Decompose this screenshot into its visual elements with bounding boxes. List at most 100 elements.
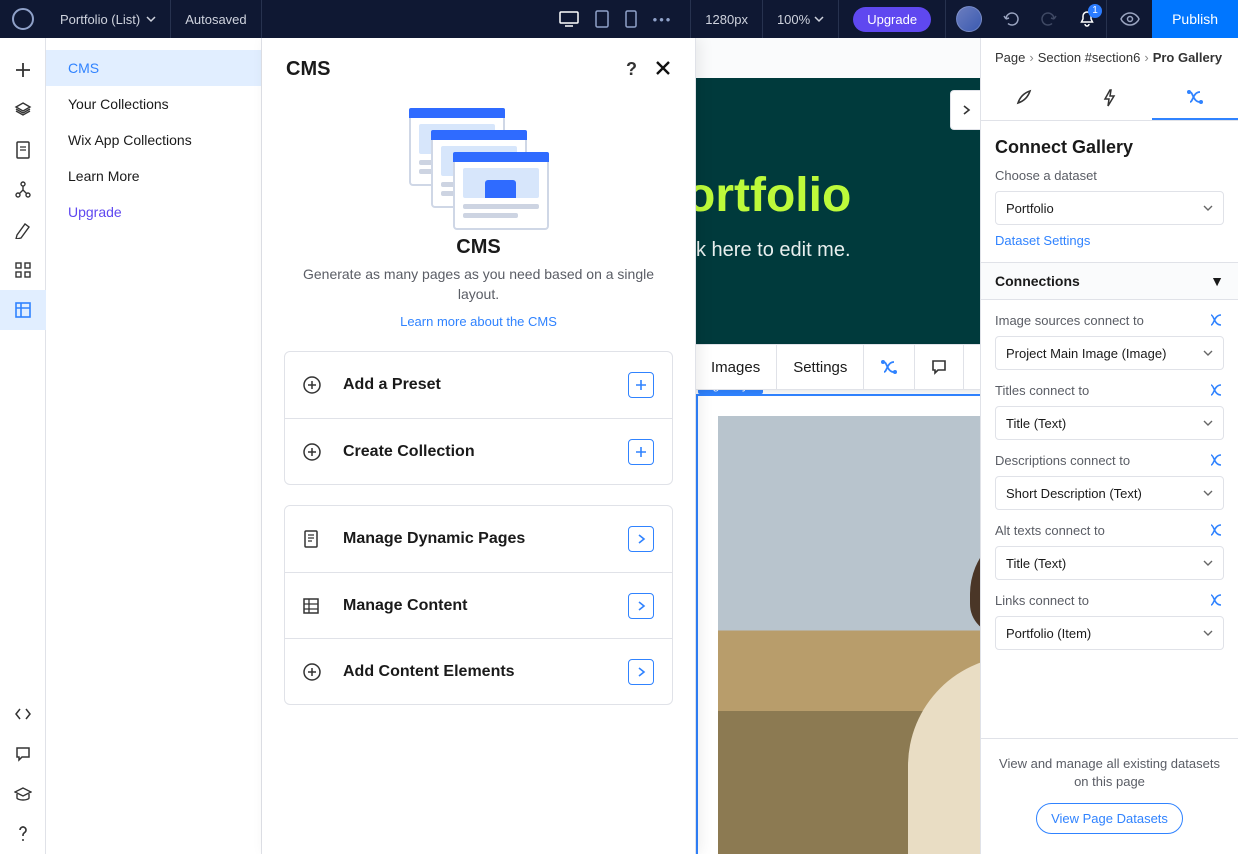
dataset-settings-link[interactable]: Dataset Settings — [981, 233, 1238, 262]
tablet-icon[interactable] — [595, 10, 609, 28]
add-elements-button[interactable] — [0, 50, 46, 90]
chevron-right-icon[interactable] — [628, 526, 654, 552]
upgrade-button[interactable]: Upgrade — [853, 7, 931, 32]
connect-icon[interactable] — [1208, 522, 1224, 538]
toolbar-settings[interactable]: Settings — [777, 344, 864, 390]
layers-button[interactable] — [0, 90, 46, 130]
help-rail-button[interactable] — [0, 814, 46, 854]
learn-button[interactable] — [0, 774, 46, 814]
plus-circle-icon — [303, 663, 323, 681]
top-bar: Portfolio (List) Autosaved ••• 1280px 10… — [0, 0, 1238, 38]
cms-group-create: Add a Preset Create Collection — [284, 351, 673, 485]
connect-icon[interactable] — [1208, 312, 1224, 328]
cms-row-manage-content[interactable]: Manage Content — [285, 572, 672, 638]
toolbar-comment-icon[interactable] — [915, 344, 964, 390]
submenu-label: CMS — [68, 60, 99, 76]
plus-action-icon[interactable] — [628, 439, 654, 465]
avatar[interactable] — [956, 6, 982, 32]
submenu-item-cms[interactable]: CMS — [46, 50, 261, 86]
connection-select[interactable]: Title (Text) — [995, 546, 1224, 580]
cms-row-add-preset[interactable]: Add a Preset — [285, 352, 672, 418]
breadcrumb-item[interactable]: Page — [995, 50, 1025, 65]
connect-icon[interactable] — [1208, 592, 1224, 608]
apps-button[interactable] — [0, 250, 46, 290]
notifications-button[interactable]: 1 — [1068, 0, 1106, 38]
connection-select[interactable]: Portfolio (Item) — [995, 616, 1224, 650]
cms-row-dynamic-pages[interactable]: Manage Dynamic Pages — [285, 506, 672, 572]
publish-button[interactable]: Publish — [1152, 0, 1238, 38]
chevron-down-icon — [1203, 558, 1213, 568]
gallery-toolbar: Images Settings ? — [696, 344, 980, 390]
breadcrumb-item[interactable]: Pro Gallery — [1153, 50, 1222, 65]
dataset-select[interactable]: Portfolio — [995, 191, 1224, 225]
submenu-item-collections[interactable]: Your Collections — [46, 86, 261, 122]
cms-row-content-elements[interactable]: Add Content Elements — [285, 638, 672, 704]
mobile-icon[interactable] — [625, 10, 637, 28]
toolbar-images[interactable]: Images — [696, 344, 777, 390]
chevron-right-icon: › — [1144, 50, 1148, 65]
connect-icon[interactable] — [1208, 452, 1224, 468]
redo-button[interactable] — [1030, 0, 1068, 38]
canvas-width[interactable]: 1280px — [690, 0, 763, 38]
tab-connect[interactable] — [1152, 75, 1238, 120]
canvas[interactable]: ortfolio ck here to edit me. Images Sett… — [696, 38, 980, 854]
connections-accordion[interactable]: Connections ▼ — [981, 262, 1238, 300]
close-icon[interactable] — [655, 60, 671, 79]
upgrade-cell: Upgrade — [839, 0, 946, 38]
view-datasets-button[interactable]: View Page Datasets — [1036, 803, 1183, 834]
pro-gallery-element[interactable]: #gallery1 — [696, 394, 980, 854]
connection-value: Title (Text) — [1006, 416, 1066, 431]
chevron-right-icon[interactable] — [628, 659, 654, 685]
cms-hero-link[interactable]: Learn more about the CMS — [294, 314, 663, 329]
page-switcher[interactable]: Portfolio (List) — [46, 0, 171, 38]
connection-label: Links connect to — [995, 593, 1089, 608]
hero-section[interactable]: ortfolio ck here to edit me. — [696, 78, 980, 344]
toolbar-connect-icon[interactable] — [864, 344, 915, 390]
cms-row-create-collection[interactable]: Create Collection — [285, 418, 672, 484]
submenu-label: Upgrade — [68, 204, 122, 220]
tab-interactions[interactable] — [1067, 75, 1153, 120]
toolbar-help-icon[interactable]: ? — [964, 344, 980, 390]
breadcrumb-item[interactable]: Section #section6 — [1038, 50, 1141, 65]
cms-hero-title: CMS — [294, 236, 663, 259]
tab-design[interactable] — [981, 75, 1067, 120]
chevron-right-icon[interactable] — [628, 593, 654, 619]
inspector-tabs — [981, 75, 1238, 121]
left-rail — [0, 38, 46, 854]
site-structure-button[interactable] — [0, 170, 46, 210]
connection-select[interactable]: Short Description (Text) — [995, 476, 1224, 510]
preview-button[interactable] — [1106, 0, 1152, 38]
plus-circle-icon — [303, 443, 323, 461]
chevron-down-icon — [1203, 203, 1213, 213]
more-icon[interactable]: ••• — [653, 12, 673, 27]
submenu-item-upgrade[interactable]: Upgrade — [46, 194, 261, 230]
inspector-footer: View and manage all existing datasets on… — [981, 738, 1238, 854]
zoom-control[interactable]: 100% — [763, 0, 839, 38]
cms-group-manage: Manage Dynamic Pages Manage Content Add … — [284, 505, 673, 705]
plus-action-icon[interactable] — [628, 372, 654, 398]
connection-links: Links connect to Portfolio (Item) — [981, 580, 1238, 666]
chevron-down-icon — [1203, 488, 1213, 498]
hero-subtitle[interactable]: ck here to edit me. — [696, 239, 980, 262]
dev-mode-button[interactable] — [0, 694, 46, 734]
connection-select[interactable]: Project Main Image (Image) — [995, 336, 1224, 370]
cms-hero-text: Generate as many pages as you need based… — [294, 265, 663, 304]
connect-icon[interactable] — [1208, 382, 1224, 398]
cms-button[interactable] — [0, 290, 46, 330]
desktop-icon[interactable] — [559, 11, 579, 27]
collapse-inspector-button[interactable] — [950, 90, 980, 130]
undo-button[interactable] — [992, 0, 1030, 38]
pages-button[interactable] — [0, 130, 46, 170]
help-icon[interactable]: ? — [626, 59, 637, 80]
hero-heading[interactable]: ortfolio — [696, 168, 980, 223]
cms-row-label: Add a Preset — [343, 376, 608, 394]
gallery-image — [718, 416, 980, 854]
connection-image-sources: Image sources connect to Project Main Im… — [981, 300, 1238, 370]
connection-select[interactable]: Title (Text) — [995, 406, 1224, 440]
wix-logo[interactable] — [12, 8, 34, 30]
submenu-item-wix-collections[interactable]: Wix App Collections — [46, 122, 261, 158]
theme-button[interactable] — [0, 210, 46, 250]
comments-button[interactable] — [0, 734, 46, 774]
submenu-item-learn-more[interactable]: Learn More — [46, 158, 261, 194]
cms-row-label: Manage Dynamic Pages — [343, 530, 608, 548]
